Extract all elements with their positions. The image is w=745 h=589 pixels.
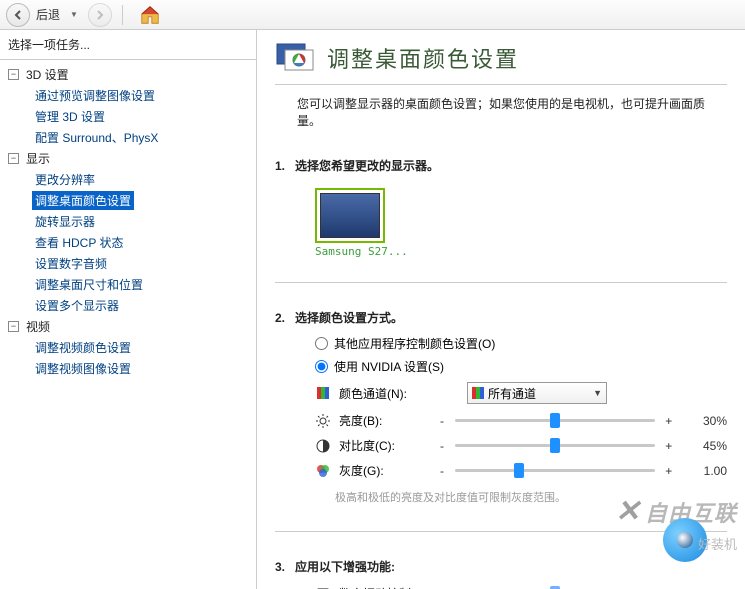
section2-title: 2.选择颜色设置方式。	[275, 303, 727, 332]
channel-dropdown[interactable]: 所有通道 ▼	[467, 382, 607, 404]
gamma-row: 灰度(G): - + 1.00	[275, 458, 727, 483]
nav-tree: − 3D 设置 通过预览调整图像设置 管理 3D 设置 配置 Surround、…	[0, 60, 256, 383]
toolbar-divider	[122, 5, 123, 25]
contrast-row: 对比度(C): - + 45%	[275, 433, 727, 458]
page-description: 您可以调整显示器的桌面颜色设置；如果您使用的是电视机，也可提升画面质量。	[257, 85, 745, 143]
tree-item-physx[interactable]: 配置 Surround、PhysX	[28, 127, 256, 148]
tree-item-video-image[interactable]: 调整视频图像设置	[28, 358, 256, 379]
section3-title: 3.应用以下增强功能:	[275, 552, 727, 581]
task-label: 选择一项任务...	[0, 30, 256, 59]
page-icon	[275, 42, 315, 74]
tree-cat-3d[interactable]: − 3D 设置	[4, 64, 256, 85]
collapse-icon[interactable]: −	[8, 153, 19, 164]
slider-thumb[interactable]	[550, 438, 560, 453]
tree-cat-video[interactable]: − 视频	[4, 316, 256, 337]
tree-item-rotate[interactable]: 旋转显示器	[28, 211, 256, 232]
radio-nvidia[interactable]: 使用 NVIDIA 设置(S)	[275, 355, 727, 378]
tree-item-color-settings[interactable]: 调整桌面颜色设置	[28, 190, 256, 211]
contrast-icon	[315, 438, 331, 454]
home-icon[interactable]	[139, 4, 161, 26]
collapse-icon[interactable]: −	[8, 321, 19, 332]
forward-button[interactable]	[88, 3, 112, 27]
monitor-label: Samsung S27...	[315, 245, 408, 258]
tree-item-preview-3d[interactable]: 通过预览调整图像设置	[28, 85, 256, 106]
tree-item-hdcp[interactable]: 查看 HDCP 状态	[28, 232, 256, 253]
radio-other-input[interactable]	[315, 337, 328, 350]
tree-item-resolution[interactable]: 更改分辨率	[28, 169, 256, 190]
back-button[interactable]	[6, 3, 30, 27]
slider-thumb[interactable]	[514, 463, 524, 478]
tree-cat-display[interactable]: − 显示	[4, 148, 256, 169]
digital-vibrance-row: D 数字振动控制(I): - + 50%	[275, 581, 727, 589]
tree-item-video-color[interactable]: 调整视频颜色设置	[28, 337, 256, 358]
slider-thumb[interactable]	[550, 413, 560, 428]
back-dropdown-icon[interactable]: ▼	[70, 10, 78, 19]
chevron-down-icon: ▼	[593, 388, 602, 398]
rgb-icon	[315, 385, 331, 401]
gamma-slider[interactable]	[455, 469, 655, 472]
radio-other-apps[interactable]: 其他应用程序控制颜色设置(O)	[275, 332, 727, 355]
page-title: 调整桌面颜色设置	[327, 42, 519, 74]
radio-nvidia-input[interactable]	[315, 360, 328, 373]
brightness-icon	[315, 413, 331, 429]
color-channel-row: 颜色通道(N): 所有通道 ▼	[275, 378, 727, 408]
collapse-icon[interactable]: −	[8, 69, 19, 80]
sidebar: 选择一项任务... − 3D 设置 通过预览调整图像设置 管理 3D 设置 配置…	[0, 30, 257, 589]
back-label: 后退	[36, 6, 60, 23]
monitor-selector[interactable]: Samsung S27...	[315, 188, 408, 258]
contrast-slider[interactable]	[455, 444, 655, 447]
gamma-note: 极高和极低的亮度及对比度值可限制灰度范围。	[275, 483, 727, 511]
tree-item-size-position[interactable]: 调整桌面尺寸和位置	[28, 274, 256, 295]
gamma-icon	[315, 463, 331, 479]
section1-title: 1.选择您希望更改的显示器。	[275, 151, 727, 180]
tree-item-manage-3d[interactable]: 管理 3D 设置	[28, 106, 256, 127]
brightness-row: 亮度(B): - + 30%	[275, 408, 727, 433]
tree-item-multi-display[interactable]: 设置多个显示器	[28, 295, 256, 316]
tree-item-audio[interactable]: 设置数字音频	[28, 253, 256, 274]
toolbar: 后退 ▼	[0, 0, 745, 30]
dv-icon: D	[315, 586, 331, 589]
brightness-slider[interactable]	[455, 419, 655, 422]
content-panel: 调整桌面颜色设置 您可以调整显示器的桌面颜色设置；如果您使用的是电视机，也可提升…	[257, 30, 745, 589]
